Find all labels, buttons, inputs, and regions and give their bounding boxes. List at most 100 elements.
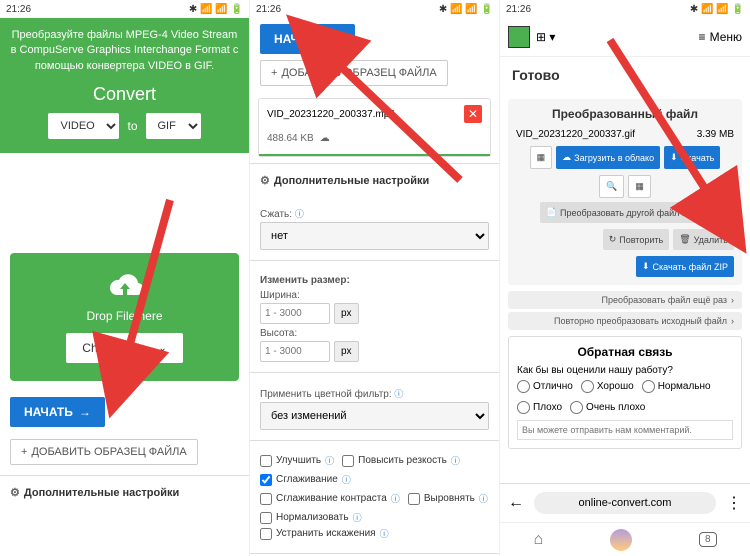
download-icon: ⬇ [670, 152, 678, 163]
start-label: НАЧАТЬ [274, 32, 323, 46]
screen-1: 21:26 ✱ 📶 📶 🔋 Преобразуйте файлы MPEG-4 … [0, 0, 250, 556]
download-icon: ⬇ [642, 261, 650, 272]
height-input[interactable] [260, 341, 330, 362]
tabs-button[interactable]: 8 [699, 532, 717, 547]
upload-cloud-button[interactable]: ☁Загрузить в облако [556, 146, 660, 169]
qr-icon: ▦ [635, 181, 644, 192]
result-title: Преобразованный файл [516, 107, 734, 121]
clock: 21:26 [6, 4, 31, 15]
add-sample-button[interactable]: + ДОБАВИТЬ ОБРАЗЕЦ ФАЙЛА [260, 60, 448, 86]
trash-icon: 🗑 [679, 234, 690, 245]
download-button[interactable]: ⬇Скачать [664, 146, 720, 169]
status-bar: 21:26 ✱ 📶 📶 🔋 [500, 0, 750, 18]
rating-good[interactable]: Хорошо [581, 380, 634, 393]
start-label: НАЧАТЬ [24, 405, 73, 419]
px-unit: px [334, 303, 359, 324]
yandex-icon[interactable] [610, 529, 632, 551]
info-icon[interactable]: ⓘ [394, 389, 403, 399]
file-name: VID_20231220_200337.mp4 [267, 109, 395, 120]
status-ready: Готово [500, 57, 750, 93]
compress-label: Сжать: ⓘ [260, 207, 489, 220]
header-green: Преобразуйте файлы MPEG-4 Video Stream в… [0, 18, 249, 153]
browser-nav: ⌂ 8 [500, 522, 750, 556]
choose-file-button[interactable]: Choose File ⌄ [66, 333, 182, 363]
chevron-right-icon: › [731, 295, 734, 305]
remove-file-button[interactable]: ✕ [464, 105, 482, 123]
filter-select[interactable]: без изменений [260, 402, 489, 430]
screen-3: 21:26 ✱ 📶 📶 🔋 ⊞ ▾ ≡ Меню Готово Преобраз… [500, 0, 750, 556]
choose-file-label: Choose File [82, 341, 146, 355]
start-button[interactable]: НАЧАТЬ → [10, 397, 105, 427]
file-size: 488.64 KB [267, 133, 314, 144]
rating-excellent[interactable]: Отлично [517, 380, 573, 393]
to-format-select[interactable]: GIF [146, 113, 201, 139]
from-format-select[interactable]: VIDEO [48, 113, 119, 139]
plus-icon: + [21, 446, 27, 458]
extra-settings-label: Дополнительные настройки [24, 487, 179, 499]
status-icons: ✱ 📶 📶 🔋 [189, 4, 243, 15]
delete-button[interactable]: 🗑Удалить [673, 229, 734, 250]
screen-2: 21:26 ✱ 📶 📶 🔋 НАЧАТЬ → + ДОБАВИТЬ ОБРАЗЕ… [250, 0, 500, 556]
despeckle-checkbox[interactable]: Устранить искаженияⓘ [260, 527, 489, 540]
gear-icon: ⚙ [260, 174, 270, 187]
status-icons: ✱ 📶 📶 🔋 [439, 4, 493, 15]
enhance-checkbox[interactable]: Улучшитьⓘ [260, 454, 334, 467]
download-zip-button[interactable]: ⬇Скачать файл ZIP [636, 256, 734, 277]
add-sample-button[interactable]: + ДОБАВИТЬ ОБРАЗЕЦ ФАЙЛА [10, 439, 198, 465]
rating-verybad[interactable]: Очень плохо [570, 401, 645, 414]
convert-title: Convert [8, 84, 241, 105]
qr2-button[interactable]: ▦ [628, 175, 651, 198]
reconvert-source-link[interactable]: Повторно преобразовать исходный файл› [508, 312, 742, 330]
clock: 21:26 [256, 4, 281, 15]
px-unit: px [334, 341, 359, 362]
info-icon[interactable]: ⓘ [295, 209, 304, 219]
width-label: Ширина: [260, 290, 489, 301]
cloud-up-icon: ☁ [562, 152, 571, 163]
more-icon[interactable]: ⋮ [726, 493, 742, 513]
back-icon[interactable]: ← [508, 494, 524, 512]
chevron-down-icon: ⌄ [158, 343, 166, 354]
feedback-title: Обратная связь [517, 345, 733, 359]
width-input[interactable] [260, 303, 330, 324]
cloud-upload-icon [103, 271, 147, 303]
extra-settings-label: Дополнительные настройки [274, 175, 429, 187]
search-button[interactable]: 🔍 [599, 175, 624, 198]
feedback-comment[interactable] [517, 420, 733, 440]
filter-label: Применить цветной фильтр: ⓘ [260, 387, 489, 400]
menu-label: Меню [710, 30, 742, 44]
search-icon: 🔍 [606, 181, 617, 192]
menu-button[interactable]: ≡ Меню [699, 30, 742, 44]
to-label: to [127, 119, 137, 133]
drop-label: Drop File here [20, 309, 229, 323]
plus-icon: + [271, 67, 277, 79]
result-file-name: VID_20231220_200337.gif [516, 129, 635, 140]
rating-bad[interactable]: Плохо [517, 401, 562, 414]
result-card: Преобразованный файл VID_20231220_200337… [508, 99, 742, 285]
hamburger-icon: ≡ [699, 30, 706, 44]
convert-other-button[interactable]: 📄Преобразовать другой файл в GIF [540, 202, 710, 223]
url-field[interactable]: online-convert.com [534, 492, 716, 514]
dropzone[interactable]: Drop File here Choose File ⌄ [10, 253, 239, 381]
feedback-card: Обратная связь Как бы вы оценили нашу ра… [508, 336, 742, 449]
contrast-checkbox[interactable]: Сглаживание контрастаⓘ [260, 492, 400, 505]
sharpen-checkbox[interactable]: Повысить резкостьⓘ [342, 454, 460, 467]
convert-again-link[interactable]: Преобразовать файл ещё раз› [508, 291, 742, 309]
app-header: ⊞ ▾ ≡ Меню [500, 18, 750, 57]
qr-button[interactable]: ▦ [530, 146, 553, 169]
status-icons: ✱ 📶 📶 🔋 [690, 4, 744, 15]
compress-select[interactable]: нет [260, 222, 489, 250]
repeat-button[interactable]: ↻Повторить [603, 229, 669, 250]
rating-ok[interactable]: Нормально [642, 380, 711, 393]
grid-icon[interactable]: ⊞ ▾ [536, 30, 555, 44]
app-logo[interactable] [508, 26, 530, 48]
equalize-checkbox[interactable]: Выровнятьⓘ [408, 492, 488, 505]
result-file-size: 3.39 MB [697, 129, 734, 140]
normalize-checkbox[interactable]: Нормализоватьⓘ [260, 511, 489, 524]
add-sample-label: ДОБАВИТЬ ОБРАЗЕЦ ФАЙЛА [31, 446, 186, 458]
antialias-checkbox[interactable]: Сглаживаниеⓘ [260, 473, 489, 486]
resize-label: Изменить размер: [260, 275, 489, 286]
arrow-right-icon: → [79, 405, 91, 419]
home-icon[interactable]: ⌂ [533, 531, 543, 549]
progress-bar [259, 154, 490, 156]
start-button[interactable]: НАЧАТЬ → [260, 24, 355, 54]
